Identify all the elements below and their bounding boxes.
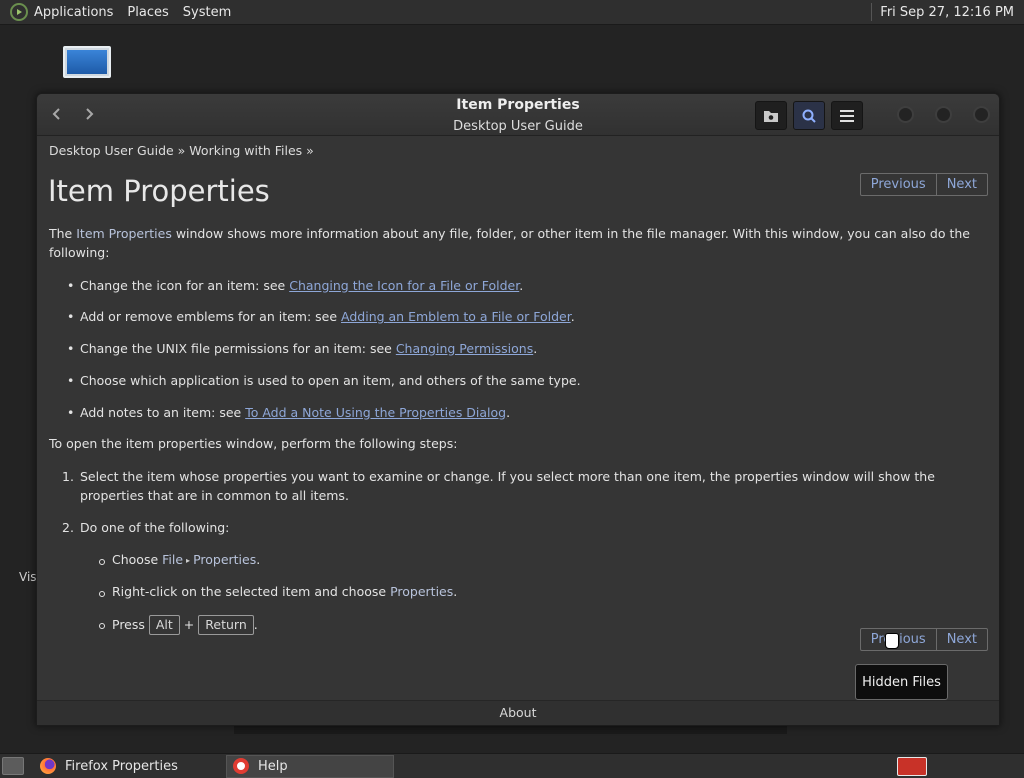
step-item: 2. Do one of the following: Choose File ▸… bbox=[62, 519, 993, 635]
pager-bottom: Previous Next bbox=[859, 628, 988, 651]
menu-button[interactable] bbox=[831, 101, 863, 130]
distro-logo-icon[interactable] bbox=[10, 3, 28, 21]
help-window: Item Properties Desktop User Guide Deskt… bbox=[36, 93, 1000, 726]
taskbar-item-help[interactable]: Help bbox=[226, 754, 394, 778]
window-titlebar[interactable]: Item Properties Desktop User Guide bbox=[37, 94, 999, 136]
previous-button[interactable]: Previous bbox=[861, 174, 936, 195]
steps-intro: To open the item properties window, perf… bbox=[49, 436, 458, 452]
list-item: Change the icon for an item: see Changin… bbox=[67, 277, 993, 296]
hand-cursor-icon bbox=[885, 633, 899, 649]
notification-icon[interactable] bbox=[897, 757, 927, 776]
hamburger-menu-icon bbox=[840, 109, 854, 122]
link-add-note[interactable]: To Add a Note Using the Properties Dialo… bbox=[245, 405, 506, 420]
tooltip: Hidden Files bbox=[855, 664, 948, 700]
intro-paragraph: The Item Properties window shows more in… bbox=[49, 226, 970, 260]
bottom-panel: Firefox Properties Help bbox=[0, 753, 1024, 778]
applications-menu[interactable]: Applications bbox=[34, 3, 113, 22]
link-add-emblem[interactable]: Adding an Emblem to a File or Folder bbox=[341, 309, 571, 324]
link-changing-permissions[interactable]: Changing Permissions bbox=[396, 341, 533, 356]
gui-label: Item Properties bbox=[76, 226, 172, 241]
steps-list: 1. Select the item whose properties you … bbox=[62, 468, 993, 635]
breadcrumb[interactable]: Desktop User Guide » Working with Files … bbox=[49, 143, 314, 158]
desktop-partial-label: Vis bbox=[19, 570, 37, 584]
substep-item: Choose File ▸ Properties. bbox=[99, 551, 993, 570]
search-icon bbox=[802, 109, 816, 123]
places-menu[interactable]: Places bbox=[127, 3, 168, 22]
help-icon bbox=[233, 758, 249, 774]
system-menu[interactable]: System bbox=[183, 3, 231, 22]
list-item: Choose which application is used to open… bbox=[67, 372, 993, 391]
firefox-icon bbox=[40, 758, 56, 774]
maximize-button[interactable] bbox=[935, 106, 952, 123]
substeps-list: Choose File ▸ Properties. Right-click on t… bbox=[99, 551, 993, 635]
close-button[interactable] bbox=[973, 106, 990, 123]
menu-arrow-icon: ▸ bbox=[186, 555, 191, 565]
background-window-edge bbox=[234, 726, 787, 734]
key-return: Return bbox=[198, 614, 254, 635]
minimize-button[interactable] bbox=[897, 106, 914, 123]
search-button[interactable] bbox=[793, 101, 825, 130]
link-change-icon[interactable]: Changing the Icon for a File or Folder bbox=[289, 278, 519, 293]
top-panel: Applications Places System Fri Sep 27, 1… bbox=[0, 0, 1024, 25]
pager-top: Previous Next bbox=[859, 173, 988, 196]
page-title: Item Properties bbox=[48, 174, 270, 208]
page-content: The Item Properties window shows more in… bbox=[49, 225, 993, 648]
panel-separator bbox=[871, 3, 873, 21]
folder-icon bbox=[764, 110, 778, 122]
about-link[interactable]: About bbox=[37, 700, 999, 725]
show-desktop-icon[interactable] bbox=[2, 757, 24, 775]
substep-item: Right-click on the selected item and cho… bbox=[99, 583, 993, 602]
feature-list: Change the icon for an item: see Changin… bbox=[67, 277, 993, 423]
step-item: 1. Select the item whose properties you … bbox=[62, 469, 935, 503]
key-alt: Alt bbox=[148, 614, 180, 635]
list-item: Change the UNIX file permissions for an … bbox=[67, 340, 993, 359]
list-item: Add or remove emblems for an item: see A… bbox=[67, 308, 993, 327]
next-button[interactable]: Next bbox=[935, 174, 987, 195]
list-item: Add notes to an item: see To Add a Note … bbox=[67, 404, 993, 423]
clock[interactable]: Fri Sep 27, 12:16 PM bbox=[880, 5, 1014, 20]
taskbar-item-firefox[interactable]: Firefox Properties bbox=[34, 755, 196, 778]
next-button[interactable]: Next bbox=[935, 629, 987, 650]
computer-desktop-icon[interactable] bbox=[63, 46, 113, 92]
open-location-button[interactable] bbox=[755, 101, 787, 130]
